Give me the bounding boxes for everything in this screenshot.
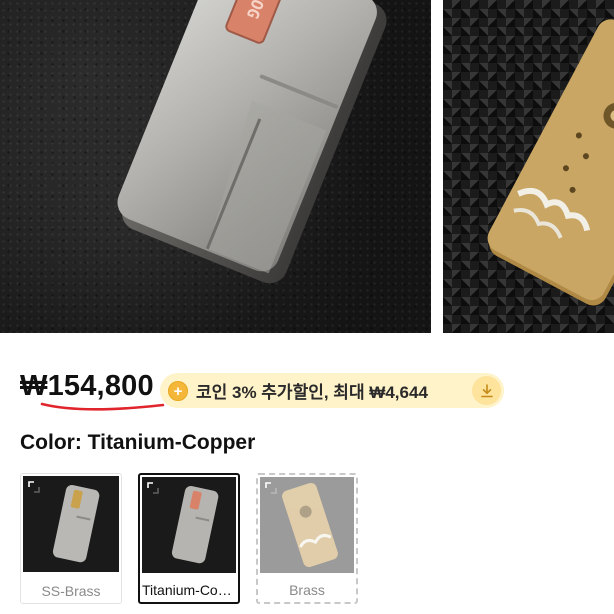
variant-option-brass[interactable]: Brass bbox=[256, 473, 358, 604]
variant-label: SS-Brass bbox=[41, 583, 101, 599]
product-image-gallery[interactable]: DOG bbox=[0, 0, 614, 333]
selected-color-value: Titanium-Copper bbox=[87, 431, 256, 454]
zoom-corner-icon[interactable] bbox=[265, 482, 277, 494]
zoom-corner-icon[interactable] bbox=[28, 481, 40, 493]
download-icon bbox=[480, 383, 493, 397]
variant-label: Titanium-Copper bbox=[142, 582, 238, 598]
coin-icon: + bbox=[168, 380, 188, 401]
coupon-text: 코인 3% 추가할인, 최대 ₩4,644 bbox=[196, 383, 428, 402]
variant-option-ss-brass[interactable]: SS-Brass bbox=[20, 473, 122, 604]
zoom-corner-icon[interactable] bbox=[147, 482, 159, 494]
coin-discount-coupon[interactable]: + 코인 3% 추가할인, 최대 ₩4,644 bbox=[160, 373, 504, 408]
price-annotation-underline bbox=[40, 402, 165, 411]
brass-device-illustration bbox=[487, 19, 614, 306]
variant-option-titanium-copper[interactable]: Titanium-Copper bbox=[138, 473, 240, 604]
color-label-prefix: Color: bbox=[20, 431, 88, 454]
device-illustration: DOG bbox=[117, 0, 387, 284]
color-selection-label: Color: Titanium-Copper bbox=[20, 431, 255, 455]
product-photo-brass[interactable] bbox=[443, 0, 614, 333]
variant-label: Brass bbox=[289, 582, 325, 598]
product-photo-main[interactable]: DOG bbox=[0, 0, 431, 333]
download-coupon-button[interactable] bbox=[472, 376, 501, 405]
